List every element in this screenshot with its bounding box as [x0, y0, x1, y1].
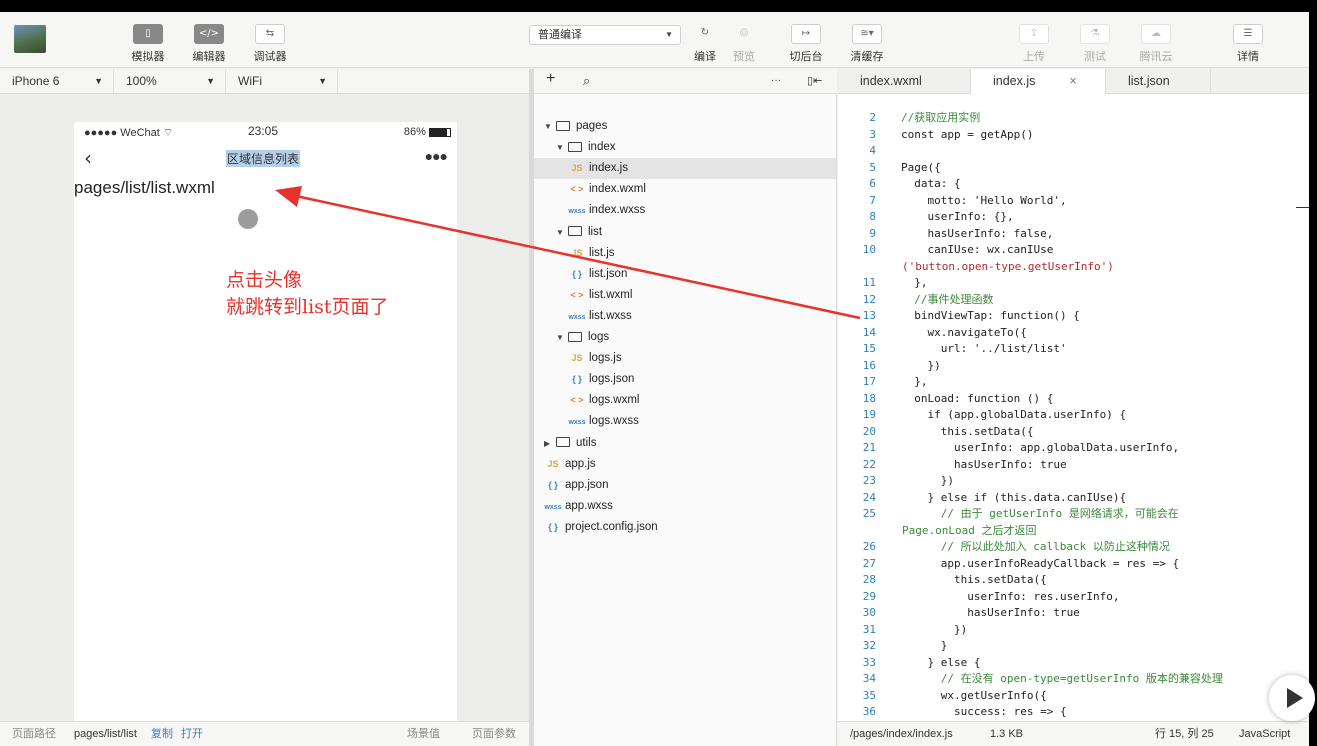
play-icon[interactable]: [1269, 675, 1315, 721]
arrow-line: [295, 194, 861, 320]
annotation-arrow: [275, 186, 861, 320]
arrow-head: [275, 186, 302, 207]
